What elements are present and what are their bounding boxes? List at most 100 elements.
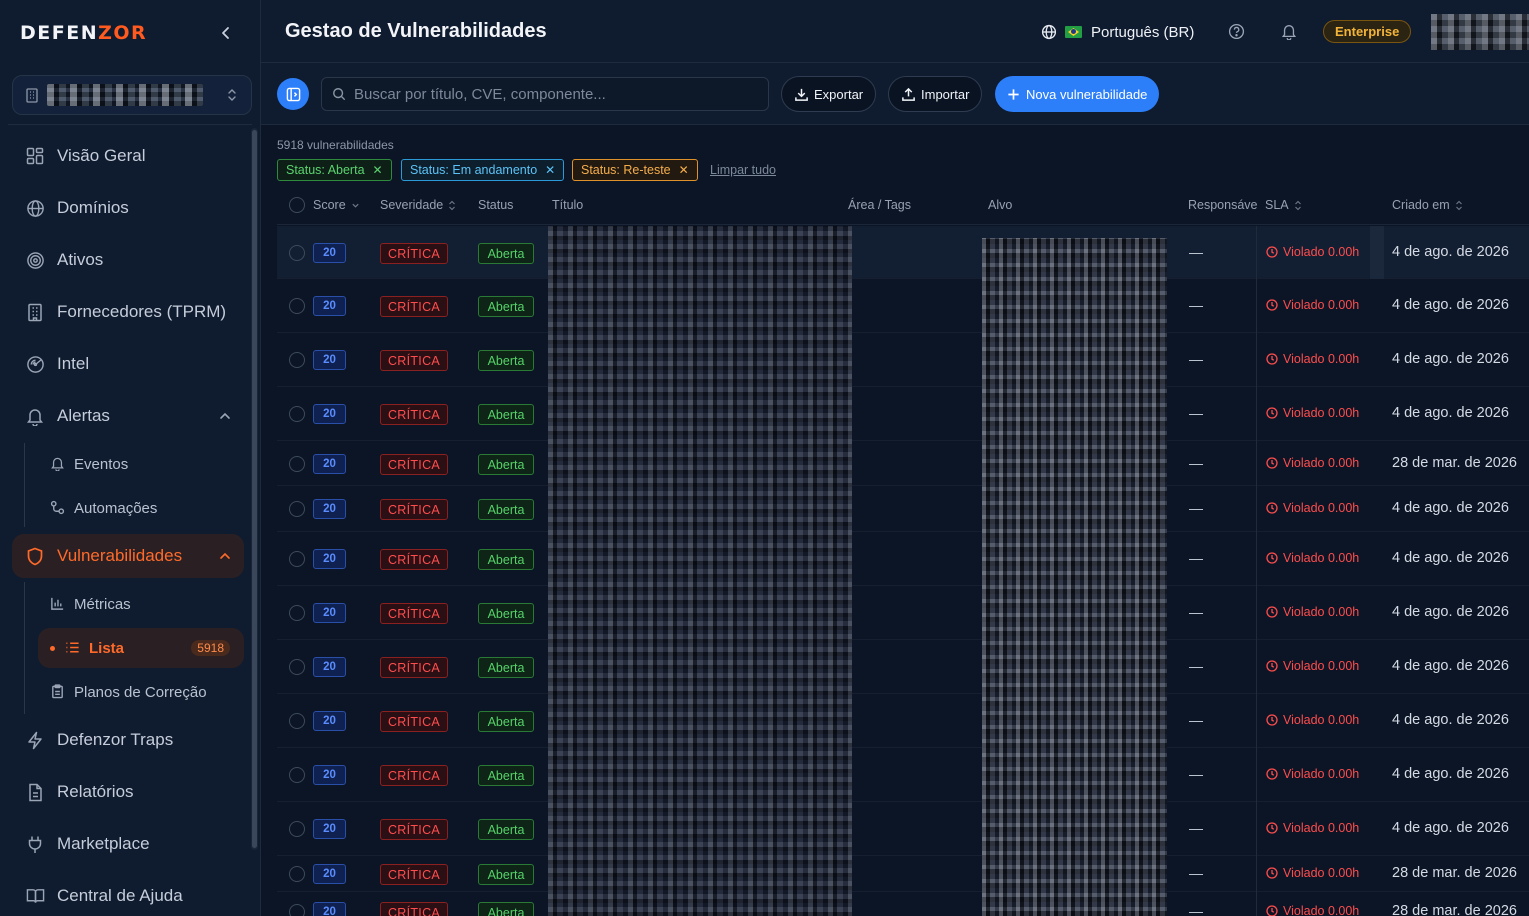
row-checkbox[interactable] — [289, 713, 305, 729]
remove-filter-icon[interactable]: ✕ — [679, 163, 689, 177]
clear-filters-link[interactable]: Limpar tudo — [710, 163, 776, 177]
search-input[interactable] — [354, 85, 754, 103]
import-button[interactable]: Importar — [888, 76, 983, 112]
user-avatar-redacted[interactable] — [1431, 14, 1529, 50]
search-box[interactable] — [321, 77, 769, 111]
sidebar-item-ativos[interactable]: Ativos — [12, 238, 244, 282]
row-checkbox[interactable] — [289, 501, 305, 517]
table-row[interactable]: 20 CRÍTICA Aberta — Violado 0.00h 4 de ago. d… — [277, 333, 1529, 387]
sidebar-subitem-metricas[interactable]: Métricas — [38, 584, 244, 624]
sidebar-item-vulnerabilidades[interactable]: Vulnerabilidades — [12, 534, 244, 578]
export-button[interactable]: Exportar — [781, 76, 877, 112]
sidebar-item-defenzor-traps[interactable]: Defenzor Traps — [12, 718, 244, 762]
sidebar-item-intel[interactable]: Intel — [12, 342, 244, 386]
row-checkbox[interactable] — [289, 767, 305, 783]
remove-filter-icon[interactable]: ✕ — [545, 163, 555, 177]
table-header-divider — [277, 224, 1529, 225]
results-count: 5918 vulnerabilidades — [277, 138, 394, 152]
grid-icon — [25, 146, 45, 166]
new-vulnerability-button[interactable]: Nova vulnerabilidade — [995, 76, 1160, 112]
responsible-value: — — [1189, 351, 1203, 367]
top-header: Gestao de Vulnerabilidades Português (BR… — [261, 0, 1529, 63]
severity-badge: CRÍTICA — [380, 350, 448, 371]
table-row[interactable]: 20 CRÍTICA Aberta — Violado 0.00h 4 de ago. d… — [277, 226, 1529, 279]
brazil-flag-icon — [1065, 26, 1082, 38]
collapse-sidebar-button[interactable] — [218, 25, 234, 41]
sidebar-scrollbar-thumb[interactable] — [252, 130, 257, 848]
column-header-status: Status — [478, 198, 514, 212]
table-row[interactable]: 20 CRÍTICA Aberta — Violado 0.00h 4 de ago. d… — [277, 279, 1529, 333]
sidebar-subitem-planos[interactable]: Planos de Correção — [38, 672, 244, 712]
row-checkbox[interactable] — [289, 245, 305, 261]
responsible-value: — — [1189, 455, 1203, 471]
score-badge: 20 — [313, 404, 346, 424]
status-badge: Aberta — [478, 603, 534, 624]
row-checkbox[interactable] — [289, 659, 305, 675]
select-all-checkbox[interactable] — [289, 186, 305, 224]
column-header-sla[interactable]: SLA — [1265, 186, 1302, 224]
table-row[interactable]: 20 CRÍTICA Aberta — Violado 0.00h 4 de ago. d… — [277, 586, 1529, 640]
row-checkbox[interactable] — [289, 866, 305, 882]
score-badge: 20 — [313, 902, 346, 916]
sidebar-item-visao-geral[interactable]: Visão Geral — [12, 134, 244, 178]
severity-badge: CRÍTICA — [380, 864, 448, 885]
sort-icon — [1455, 200, 1463, 211]
chevron-up-icon — [218, 409, 232, 423]
sidebar-item-relatorios[interactable]: Relatórios — [12, 770, 244, 814]
sidebar-subitem-lista[interactable]: Lista 5918 — [38, 628, 244, 668]
sla-text: Violado 0.00h — [1283, 406, 1360, 420]
table-row[interactable]: 20 CRÍTICA Aberta — Violado 0.00h 4 de ago. d… — [277, 640, 1529, 694]
severity-badge: CRÍTICA — [380, 765, 448, 786]
column-header-score[interactable]: Score — [313, 186, 360, 224]
table-row[interactable]: 20 CRÍTICA Aberta — Violado 0.00h 28 de mar. … — [277, 856, 1529, 892]
column-header-criado-em[interactable]: Criado em — [1392, 186, 1463, 224]
building-icon — [25, 88, 39, 103]
filter-chip-em-andamento[interactable]: Status: Em andamento ✕ — [401, 159, 565, 181]
remove-filter-icon[interactable]: ✕ — [373, 163, 383, 177]
sidebar-item-dominios[interactable]: Domínios — [12, 186, 244, 230]
row-checkbox[interactable] — [289, 904, 305, 916]
sla-text: Violado 0.00h — [1283, 713, 1360, 727]
responsible-value: — — [1189, 604, 1203, 620]
sidebar-item-alertas[interactable]: Alertas — [12, 394, 244, 438]
row-checkbox[interactable] — [289, 406, 305, 422]
brand-logo[interactable]: DEFENZOR — [20, 22, 147, 44]
help-icon[interactable] — [1228, 23, 1245, 40]
status-badge: Aberta — [478, 549, 534, 570]
sidebar-item-central-ajuda[interactable]: Central de Ajuda — [12, 874, 244, 916]
toggle-panel-button[interactable] — [277, 78, 309, 110]
sidebar-item-label: Defenzor Traps — [57, 730, 174, 749]
new-vulnerability-label: Nova vulnerabilidade — [1026, 86, 1148, 102]
sidebar-subitem-automacoes[interactable]: Automações — [38, 488, 244, 528]
row-checkbox[interactable] — [289, 298, 305, 314]
row-checkbox[interactable] — [289, 821, 305, 837]
table-row[interactable]: 20 CRÍTICA Aberta — Violado 0.00h 28 de mar. … — [277, 441, 1529, 486]
row-checkbox[interactable] — [289, 551, 305, 567]
table-row[interactable]: 20 CRÍTICA Aberta — Violado 0.00h 4 de ago. d… — [277, 486, 1529, 532]
sidebar-subitem-eventos[interactable]: Eventos — [38, 444, 244, 484]
score-badge: 20 — [313, 454, 346, 474]
row-checkbox[interactable] — [289, 605, 305, 621]
language-selector[interactable]: Português (BR) — [1041, 22, 1194, 42]
row-checkbox[interactable] — [289, 456, 305, 472]
sidebar-item-fornecedores[interactable]: Fornecedores (TPRM) — [12, 290, 244, 334]
filter-chip-aberta[interactable]: Status: Aberta ✕ — [277, 159, 392, 181]
score-badge: 20 — [313, 603, 346, 623]
table-row[interactable]: 20 CRÍTICA Aberta — Violado 0.00h 4 de ago. d… — [277, 802, 1529, 856]
severity-badge: CRÍTICA — [380, 819, 448, 840]
table-row[interactable]: 20 CRÍTICA Aberta — Violado 0.00h 4 de ago. d… — [277, 694, 1529, 748]
table-row[interactable]: 20 CRÍTICA Aberta — Violado 0.00h 4 de ago. d… — [277, 387, 1529, 441]
table-row[interactable]: 20 CRÍTICA Aberta — Violado 0.00h 4 de ago. d… — [277, 532, 1529, 586]
table-row[interactable]: 20 CRÍTICA Aberta — Violado 0.00h 4 de ago. d… — [277, 748, 1529, 802]
sla-text: Violado 0.00h — [1283, 298, 1360, 312]
table-row[interactable]: 20 CRÍTICA Aberta — Violado 0.00h 28 de mar. … — [277, 892, 1529, 916]
notifications-bell-icon[interactable] — [1281, 23, 1297, 40]
column-header-severidade[interactable]: Severidade — [380, 186, 456, 224]
filter-chip-re-teste[interactable]: Status: Re-teste ✕ — [572, 159, 698, 181]
responsible-value: — — [1189, 500, 1203, 516]
organization-switcher[interactable] — [12, 75, 252, 115]
sidebar-item-marketplace[interactable]: Marketplace — [12, 822, 244, 866]
severity-badge: CRÍTICA — [380, 902, 448, 916]
status-badge: Aberta — [478, 296, 534, 317]
row-checkbox[interactable] — [289, 352, 305, 368]
